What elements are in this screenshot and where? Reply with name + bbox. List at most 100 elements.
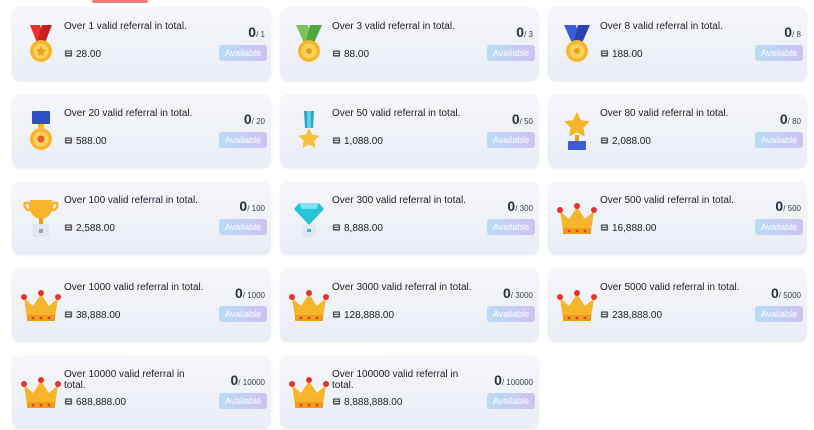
- progress-total: / 3000: [510, 291, 533, 300]
- wallet-icon: [332, 223, 341, 232]
- progress-current: 0: [516, 24, 525, 40]
- wallet-icon: [332, 136, 341, 145]
- progress-total: / 5000: [778, 291, 801, 300]
- progress-total: / 500: [783, 204, 801, 213]
- achievement-title: Over 500 valid referral in total.: [600, 195, 734, 206]
- reward-amount: 188.00: [600, 49, 643, 60]
- progress-counter: 0/ 100: [201, 198, 265, 216]
- progress-counter: 0/ 10000: [201, 372, 266, 390]
- achievement-title: Over 8 valid referral in total.: [600, 21, 723, 32]
- progress-counter: 0/ 3: [469, 24, 533, 42]
- progress-counter: 0/ 3000: [469, 285, 533, 303]
- available-status-button[interactable]: Available: [219, 219, 267, 235]
- achievement-card: Over 8 valid referral in total. 188.00 0/ …: [548, 7, 807, 81]
- reward-value: 1,088.00: [344, 136, 383, 147]
- gold-cup-icon: [18, 195, 64, 241]
- achievement-card: Over 10000 valid referral in total. 688,8…: [12, 355, 271, 429]
- achievement-title: Over 1 valid referral in total.: [64, 21, 187, 32]
- achievement-title: Over 10000 valid referral in total.: [64, 369, 185, 391]
- achievement-card: Over 1 valid referral in total. 28.00 0/ 1…: [12, 7, 271, 81]
- wallet-icon: [600, 49, 609, 58]
- achievement-card: Over 300 valid referral in total. 8,888.0…: [280, 181, 539, 255]
- achievement-card: Over 20 valid referral in total. 588.00 0/…: [12, 94, 271, 168]
- achievement-card: Over 1000 valid referral in total. 38,888…: [12, 268, 271, 342]
- reward-value: 188.00: [612, 49, 643, 60]
- progress-total: / 8: [792, 30, 801, 39]
- reward-amount: 1,088.00: [332, 136, 383, 147]
- crown-icon: [18, 282, 64, 328]
- reward-value: 128,888.00: [344, 310, 395, 321]
- progress-current: 0: [770, 285, 779, 301]
- star-medal-icon: [286, 108, 332, 154]
- available-status-button[interactable]: Available: [219, 393, 267, 409]
- available-status-button[interactable]: Available: [219, 45, 267, 61]
- reward-amount: 2,088.00: [600, 136, 651, 147]
- progress-current: 0: [248, 24, 257, 40]
- reward-value: 38,888.00: [76, 310, 121, 321]
- achievement-title: Over 100 valid referral in total.: [64, 195, 198, 206]
- progress-counter: 0/ 5000: [737, 285, 801, 303]
- available-status-button[interactable]: Available: [755, 132, 803, 148]
- reward-value: 2,088.00: [612, 136, 651, 147]
- achievement-card: Over 3000 valid referral in total. 128,88…: [280, 268, 539, 342]
- green-ribbon-medal-icon: [286, 21, 332, 67]
- navy-medal-icon: [18, 108, 64, 154]
- achievement-title: Over 3 valid referral in total.: [332, 21, 455, 32]
- progress-current: 0: [784, 24, 793, 40]
- achievement-card: Over 100000 valid referral in total. 8,88…: [280, 355, 539, 429]
- reward-amount: 128,888.00: [332, 310, 394, 321]
- achievement-title: Over 1000 valid referral in total.: [64, 282, 204, 293]
- achievement-card: Over 3 valid referral in total. 88.00 0/ 3…: [280, 7, 539, 81]
- progress-total: / 3: [524, 30, 533, 39]
- wallet-icon: [600, 310, 609, 319]
- wallet-icon: [600, 223, 609, 232]
- progress-current: 0: [502, 285, 511, 301]
- progress-counter: 0/ 100000: [469, 372, 533, 390]
- reward-amount: 16,888.00: [600, 223, 657, 234]
- progress-counter: 0/ 1: [201, 24, 265, 42]
- progress-current: 0: [494, 372, 502, 388]
- reward-amount: 38,888.00: [64, 310, 121, 321]
- available-status-button[interactable]: Available: [487, 393, 535, 409]
- crown-icon: [18, 369, 64, 415]
- reward-value: 88.00: [344, 49, 370, 60]
- reward-amount: 238,888.00: [600, 310, 662, 321]
- progress-counter: 0/ 50: [469, 111, 533, 129]
- progress-counter: 0/ 1000: [201, 285, 265, 303]
- star-trophy-icon: [554, 108, 600, 154]
- available-status-button[interactable]: Available: [755, 306, 803, 322]
- wallet-icon: [64, 49, 73, 58]
- achievement-card: Over 500 valid referral in total. 16,888.…: [548, 181, 807, 255]
- available-status-button[interactable]: Available: [219, 132, 267, 148]
- reward-value: 2,588.00: [76, 223, 115, 234]
- wallet-icon: [64, 223, 73, 232]
- available-status-button[interactable]: Available: [487, 45, 535, 61]
- progress-counter: 0/ 80: [737, 111, 801, 129]
- available-status-button[interactable]: Available: [755, 219, 803, 235]
- reward-amount: 8,888,888.00: [332, 397, 402, 408]
- progress-total: / 10000: [238, 378, 265, 387]
- wallet-icon: [64, 310, 73, 319]
- crown-icon: [286, 369, 332, 415]
- wallet-icon: [600, 136, 609, 145]
- reward-value: 28.00: [76, 49, 102, 60]
- reward-amount: 28.00: [64, 49, 101, 60]
- available-status-button[interactable]: Available: [219, 306, 267, 322]
- reward-value: 8,888.00: [344, 223, 383, 234]
- reward-amount: 2,588.00: [64, 223, 115, 234]
- available-status-button[interactable]: Available: [487, 306, 535, 322]
- achievement-title: Over 80 valid referral in total.: [600, 108, 729, 119]
- reward-amount: 8,888.00: [332, 223, 383, 234]
- available-status-button[interactable]: Available: [487, 219, 535, 235]
- wallet-icon: [64, 397, 73, 406]
- achievement-card: Over 50 valid referral in total. 1,088.00…: [280, 94, 539, 168]
- wallet-icon: [332, 49, 341, 58]
- achievement-title: Over 20 valid referral in total.: [64, 108, 193, 119]
- progress-total: / 20: [251, 117, 265, 126]
- available-status-button[interactable]: Available: [755, 45, 803, 61]
- red-ribbon-medal-icon: [18, 21, 64, 67]
- available-status-button[interactable]: Available: [487, 132, 535, 148]
- achievement-card: Over 80 valid referral in total. 2,088.00…: [548, 94, 807, 168]
- diamond-trophy-icon: [286, 195, 332, 241]
- reward-amount: 88.00: [332, 49, 369, 60]
